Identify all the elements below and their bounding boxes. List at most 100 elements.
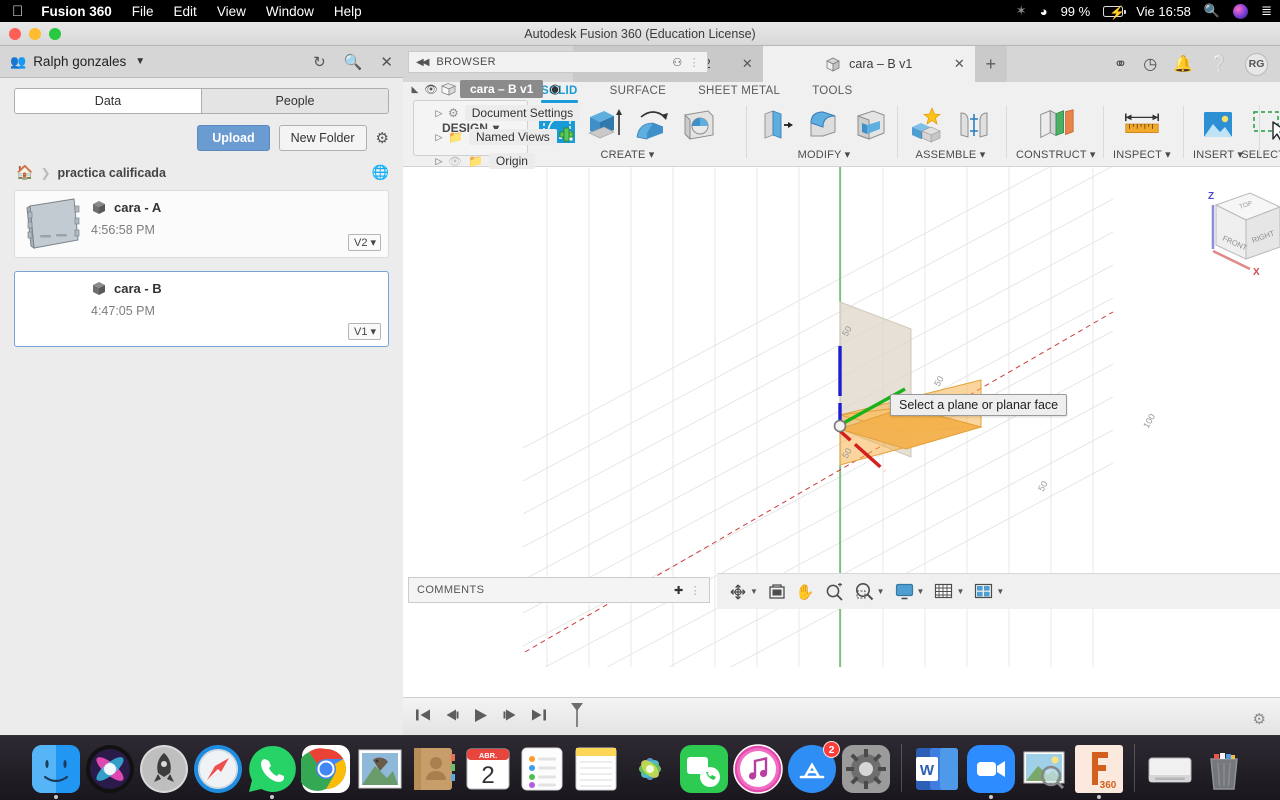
new-component-icon[interactable] — [906, 104, 948, 146]
dock-item-zoom[interactable] — [966, 744, 1016, 799]
visibility-off-icon[interactable]: 👁 — [448, 155, 462, 168]
control-center-icon[interactable]: ≣ — [1261, 3, 1272, 19]
shell-icon[interactable] — [850, 104, 892, 146]
upload-button[interactable]: Upload — [197, 125, 270, 151]
skip-to-end-icon[interactable] — [531, 708, 547, 725]
marker-icon[interactable] — [568, 702, 586, 731]
dock-item-siri[interactable] — [85, 744, 135, 794]
zoom-window-icon[interactable]: ▼ — [854, 582, 885, 601]
dock-item-photos[interactable] — [625, 744, 675, 794]
dock-item-system-preferences[interactable] — [841, 744, 891, 794]
step-back-icon[interactable] — [444, 708, 460, 725]
collapse-left-icon[interactable]: ◀◀ — [416, 57, 429, 68]
dock-item-notes[interactable] — [571, 744, 621, 794]
dock-item-mail[interactable] — [355, 744, 405, 794]
new-folder-button[interactable]: New Folder — [278, 125, 367, 151]
joint-icon[interactable] — [953, 104, 995, 146]
skip-to-start-icon[interactable] — [415, 708, 431, 725]
pan-icon[interactable]: ✋ — [796, 583, 815, 601]
browser-item-document-settings[interactable]: ▷ ⚙ Document Settings — [408, 103, 708, 123]
file-version-selector[interactable]: V1 ▾ — [348, 323, 381, 340]
dock-item-word[interactable]: W — [912, 744, 962, 794]
file-card-cara-b[interactable]: cara - B 4:47:05 PM V1 ▾ — [14, 271, 389, 347]
resize-handle[interactable]: ⋮ — [689, 56, 700, 69]
orbit-icon[interactable]: ▼ — [729, 583, 758, 601]
play-icon[interactable] — [473, 708, 489, 726]
close-icon[interactable]: ✕ — [380, 53, 393, 71]
expand-arrow-icon[interactable]: ▷ — [432, 132, 446, 143]
ribbon-group-label[interactable]: INSPECT ▾ — [1113, 148, 1171, 161]
menu-window[interactable]: Window — [266, 4, 314, 19]
select-window-icon[interactable] — [1247, 104, 1280, 146]
recent-icon[interactable]: ◷ — [1143, 54, 1157, 74]
dock-item-preview[interactable] — [1020, 744, 1070, 794]
ribbon-group-label[interactable]: SELECT ▾ — [1241, 148, 1280, 161]
press-pull-icon[interactable] — [756, 104, 798, 146]
dock-item-whatsapp[interactable] — [247, 744, 297, 799]
spotlight-search-icon[interactable]: 🔍 — [1204, 3, 1220, 19]
menubar-app-name[interactable]: Fusion 360 — [41, 4, 112, 19]
fillet-icon[interactable] — [803, 104, 845, 146]
3d-canvas[interactable]: 50 50 100 50 50 FRONT RIGHT TOP Z X Sele… — [403, 167, 1280, 697]
measure-icon[interactable] — [1121, 104, 1163, 146]
menubar-clock[interactable]: Vie 16:58 — [1136, 4, 1191, 19]
dock-item-reminders[interactable] — [517, 744, 567, 794]
siri-icon[interactable] — [1233, 3, 1249, 19]
close-icon[interactable]: ✕ — [954, 56, 965, 72]
file-version-selector[interactable]: V2 ▾ — [348, 234, 381, 251]
minus-circle-icon[interactable]: ⚇ — [672, 56, 682, 69]
dock-item-facetime[interactable] — [679, 744, 729, 794]
grid-snap-icon[interactable]: ▼ — [934, 583, 964, 600]
offset-plane-icon[interactable] — [1035, 104, 1077, 146]
dock-item-trash[interactable] — [1199, 744, 1249, 794]
ribbon-group-label[interactable]: MODIFY ▾ — [798, 148, 851, 161]
chevron-down-icon[interactable]: ▼ — [750, 587, 758, 596]
wifi-icon[interactable]: ◕ — [1040, 4, 1048, 19]
dock-item-disk[interactable] — [1145, 744, 1195, 794]
close-icon[interactable]: ✕ — [742, 56, 753, 72]
resize-handle[interactable]: ⋮ — [690, 584, 701, 597]
chevron-down-icon[interactable]: ▼ — [996, 587, 1004, 596]
dock-item-app-store[interactable]: 2 — [787, 741, 840, 794]
chevron-down-icon[interactable]: ▼ — [917, 587, 925, 596]
display-settings-icon[interactable]: ▼ — [895, 583, 925, 600]
chevron-down-icon[interactable]: ▼ — [956, 587, 964, 596]
chevron-down-icon[interactable]: ▼ — [877, 587, 885, 596]
minimize-window-button[interactable] — [29, 28, 41, 40]
timeline-settings-gear-icon[interactable]: ⚙ — [1253, 710, 1266, 728]
zoom-icon[interactable] — [825, 582, 844, 601]
dock-item-calendar[interactable]: ABR. 2 — [463, 744, 513, 794]
visibility-eye-icon[interactable]: 👁 — [422, 83, 440, 96]
home-icon[interactable]: 🏠 — [16, 164, 33, 181]
tab-data[interactable]: Data — [15, 89, 201, 113]
search-icon[interactable]: 🔍 — [344, 53, 363, 71]
battery-icon[interactable]: ⚡ — [1103, 5, 1126, 20]
expand-arrow-icon[interactable]: ◣ — [408, 84, 422, 95]
gear-icon[interactable]: ⚙ — [376, 129, 389, 147]
help-icon[interactable]: ❔ — [1209, 54, 1229, 74]
browser-item-named-views[interactable]: ▷ 📁 Named Views — [408, 127, 708, 147]
expand-arrow-icon[interactable]: ▷ — [432, 156, 446, 167]
dock-item-itunes[interactable] — [733, 744, 783, 794]
notifications-bell-icon[interactable]: 🔔 — [1173, 54, 1193, 74]
browser-item-root[interactable]: ◣ 👁 cara – B v1 ◉ — [408, 79, 1280, 99]
ribbon-group-label[interactable]: CONSTRUCT ▾ — [1016, 148, 1096, 161]
menu-view[interactable]: View — [217, 4, 246, 19]
dock-item-finder[interactable] — [31, 744, 81, 799]
job-status-icon[interactable]: ⚭ — [1114, 54, 1127, 74]
dock-item-safari[interactable] — [193, 744, 243, 794]
menu-file[interactable]: File — [132, 4, 154, 19]
dock-item-fusion-360[interactable]: 360 — [1074, 744, 1124, 799]
ribbon-group-label[interactable]: ASSEMBLE ▾ — [916, 148, 986, 161]
comments-bar[interactable]: COMMENTS ✚ ⋮ — [408, 577, 710, 603]
viewports-icon[interactable]: ▼ — [974, 583, 1004, 600]
chevron-down-icon[interactable]: ▼ — [135, 56, 145, 67]
avatar[interactable]: RG — [1245, 52, 1268, 76]
dock-item-launchpad[interactable] — [139, 744, 189, 794]
close-window-button[interactable] — [9, 28, 21, 40]
refresh-icon[interactable]: ↻ — [313, 53, 326, 71]
maximize-window-button[interactable] — [49, 28, 61, 40]
menu-edit[interactable]: Edit — [174, 4, 197, 19]
user-name[interactable]: Ralph gonzales — [33, 54, 126, 69]
add-comment-icon[interactable]: ✚ — [674, 584, 684, 597]
